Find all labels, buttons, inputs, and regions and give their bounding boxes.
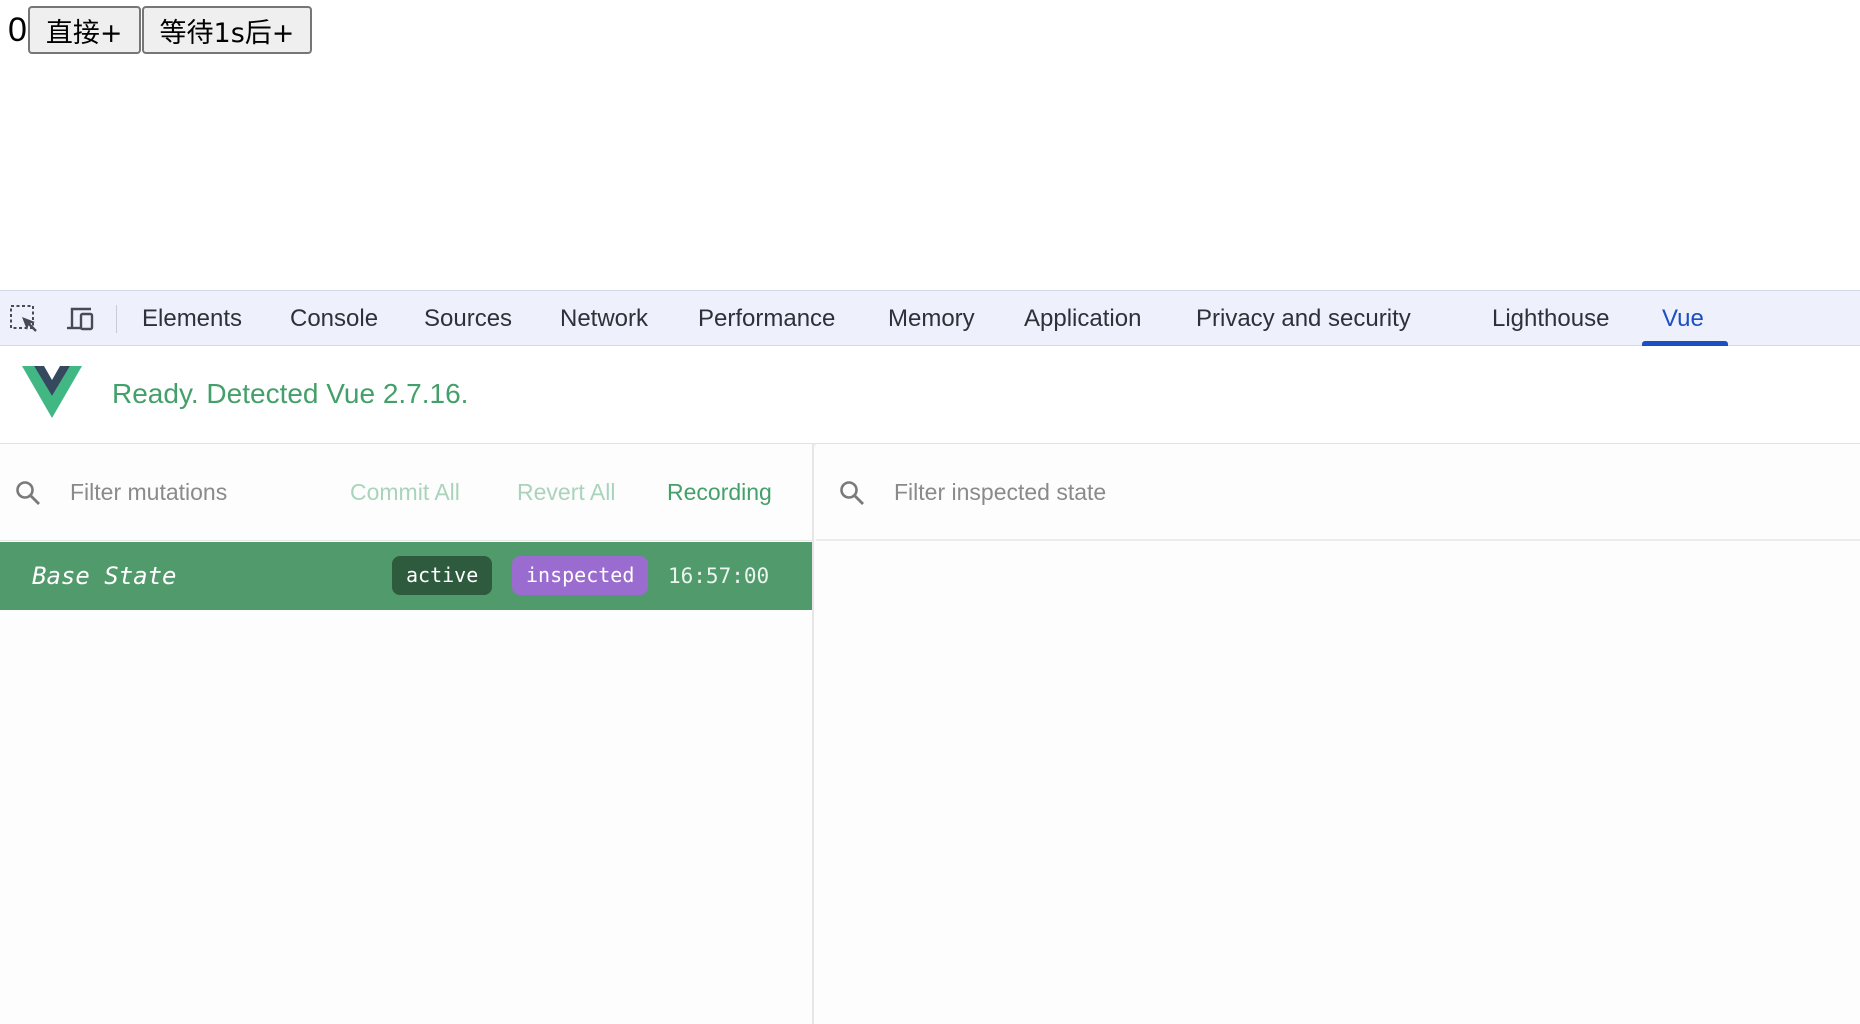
devtools-tab-bar: Elements Console Sources Network Perform… — [0, 290, 1860, 346]
vue-devtools-header: Ready. Detected Vue 2.7.16. — [0, 346, 1860, 444]
vue-detection-status: Ready. Detected Vue 2.7.16. — [112, 378, 469, 409]
tab-application[interactable]: Application — [1024, 291, 1141, 346]
state-inspector-pane — [816, 444, 1860, 1024]
devtools-panel: Elements Console Sources Network Perform… — [0, 290, 1860, 1024]
device-toolbar-icon[interactable] — [64, 303, 96, 335]
page-viewport: 0 直接+ 等待1s后+ — [0, 0, 1860, 290]
state-inspector-toolbar — [816, 444, 1860, 541]
filter-inspected-state-input[interactable] — [892, 474, 1392, 510]
vue-logo-icon — [22, 366, 82, 418]
commit-all-button[interactable]: Commit All — [350, 476, 460, 508]
increment-button[interactable]: 直接+ — [27, 6, 141, 54]
tab-lighthouse[interactable]: Lighthouse — [1492, 291, 1609, 346]
tab-console[interactable]: Console — [290, 291, 378, 346]
tab-memory[interactable]: Memory — [888, 291, 975, 346]
mutations-pane: Commit All Revert All Recording Base Sta… — [0, 444, 814, 1024]
mutation-row-base-state[interactable]: Base State active inspected 16:57:00 — [0, 542, 812, 610]
mutations-toolbar: Commit All Revert All Recording — [0, 444, 812, 541]
active-badge: active — [392, 556, 493, 595]
tab-performance[interactable]: Performance — [698, 291, 835, 346]
inspect-element-icon[interactable] — [8, 303, 40, 335]
delayed-increment-button[interactable]: 等待1s后+ — [141, 6, 313, 54]
mutation-name: Base State — [32, 562, 177, 590]
revert-all-button[interactable]: Revert All — [517, 476, 615, 508]
tab-network[interactable]: Network — [560, 291, 648, 346]
recording-toggle[interactable]: Recording — [667, 476, 772, 508]
search-icon — [16, 481, 40, 505]
tab-sources[interactable]: Sources — [424, 291, 512, 346]
mutation-timestamp: 16:57:00 — [668, 564, 770, 588]
counter-value: 0 — [8, 11, 27, 49]
filter-mutations-input[interactable] — [68, 474, 308, 510]
tab-elements[interactable]: Elements — [142, 291, 242, 346]
counter-row: 0 直接+ 等待1s后+ — [8, 6, 313, 54]
tab-vue[interactable]: Vue — [1662, 291, 1704, 346]
inspected-badge: inspected — [512, 556, 649, 595]
toolbar-divider — [116, 305, 117, 333]
tab-privacy-and-security[interactable]: Privacy and security — [1196, 291, 1411, 346]
search-icon — [840, 481, 864, 505]
